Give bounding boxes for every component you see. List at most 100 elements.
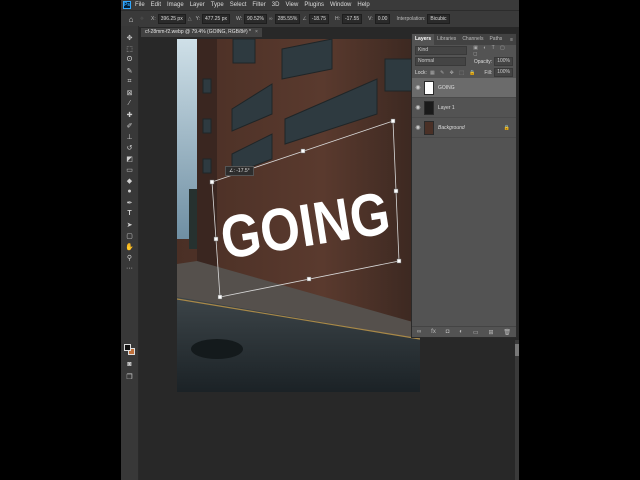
menu-edit[interactable]: Edit xyxy=(151,2,161,8)
tab-layers[interactable]: Layers xyxy=(412,34,435,45)
frame-tool-icon[interactable]: ⊠ xyxy=(121,87,138,98)
menu-type[interactable]: Type xyxy=(211,2,224,8)
home-icon[interactable]: ⌂ xyxy=(125,15,137,24)
layer-row-layer-1[interactable]: ◉ Layer 1 xyxy=(412,98,516,118)
opacity-label: Opacity: xyxy=(473,58,493,65)
y-label: Y: xyxy=(195,16,201,22)
layer-kind-filter[interactable]: Kind xyxy=(415,46,468,55)
lock-icon: 🔒 xyxy=(503,124,510,131)
dodge-tool-icon[interactable]: ● xyxy=(121,186,138,197)
photoshop-window: Ps File Edit Image Layer Type Select Fil… xyxy=(121,0,519,480)
rectangle-tool-icon[interactable]: ▢ xyxy=(121,230,138,241)
tab-paths[interactable]: Paths xyxy=(486,34,505,45)
menu-layer[interactable]: Layer xyxy=(190,2,205,8)
new-layer-icon[interactable]: ⊞ xyxy=(488,329,493,336)
menu-filter[interactable]: Filter xyxy=(252,2,265,8)
brush-tool-icon[interactable]: ✐ xyxy=(121,120,138,131)
lock-row: Lock: ▦ ✎ ✥ ⬚ 🔒 Fill: 100% xyxy=(412,67,516,78)
pen-tool-icon[interactable]: ✒ xyxy=(121,197,138,208)
x-position-field[interactable]: 396.25 px xyxy=(157,14,186,24)
gradient-tool-icon[interactable]: ▭ xyxy=(121,164,138,175)
fill-label: Fill: xyxy=(484,69,493,76)
delta-icon[interactable]: △ xyxy=(188,16,192,22)
menu-view[interactable]: View xyxy=(285,2,298,8)
eyedropper-tool-icon[interactable]: ⁄ xyxy=(121,98,138,109)
height-field[interactable]: 285.55% xyxy=(274,14,301,24)
photoshop-logo: Ps xyxy=(123,1,131,9)
document-canvas[interactable]: GOING ∠: -17.5° xyxy=(177,39,420,392)
healing-brush-tool-icon[interactable]: ✚ xyxy=(121,109,138,120)
move-tool-icon[interactable]: ✥ xyxy=(121,32,138,43)
more-tools-icon[interactable]: ··· xyxy=(121,263,138,274)
visibility-eye-icon[interactable]: ◉ xyxy=(412,124,424,131)
type-tool-icon[interactable]: T xyxy=(121,208,138,219)
marquee-tool-icon[interactable]: ⬚ xyxy=(121,43,138,54)
vskew-label: V: xyxy=(368,16,373,22)
width-field[interactable]: 90.52% xyxy=(244,14,267,24)
link-icon[interactable]: ∞ xyxy=(269,16,273,22)
blend-row: Normal Opacity: 100% xyxy=(412,56,516,67)
filter-icons[interactable]: ▣ ◐ T ▢ ◻ xyxy=(473,45,513,57)
layer-thumbnail xyxy=(424,100,434,115)
zoom-tool-icon[interactable]: ⚲ xyxy=(121,252,138,263)
layer-name: Background xyxy=(438,124,465,131)
visibility-eye-icon[interactable]: ◉ xyxy=(412,84,424,91)
vskew-field[interactable]: 0.00 xyxy=(374,14,391,24)
menu-file[interactable]: File xyxy=(135,2,145,8)
scrollbar-thumb[interactable] xyxy=(515,344,519,356)
lock-icons[interactable]: ▦ ✎ ✥ ⬚ 🔒 xyxy=(430,70,478,76)
interpolation-select[interactable]: Bicubic xyxy=(427,14,450,24)
new-group-icon[interactable]: ▭ xyxy=(473,329,479,336)
tools-panel: ✥ ⬚ ʘ ✎ ⌗ ⊠ ⁄ ✚ ✐ ⊥ ↺ ◩ ▭ ◆ ● ✒ T ➤ ▢ ✋ … xyxy=(121,26,139,480)
tab-libraries[interactable]: Libraries xyxy=(434,34,459,45)
x-label: X: xyxy=(151,16,156,22)
history-brush-tool-icon[interactable]: ↺ xyxy=(121,142,138,153)
menu-plugins[interactable]: Plugins xyxy=(304,2,324,8)
layer-row-going[interactable]: ◉ GOING xyxy=(412,78,516,98)
quick-select-tool-icon[interactable]: ✎ xyxy=(121,65,138,76)
screen-mode-icon[interactable]: ❐ xyxy=(121,371,138,382)
angle-field[interactable]: -18.75 xyxy=(308,14,329,24)
layers-panel-footer: ∞ fx ◘ ◐ ▭ ⊞ 🗑 xyxy=(412,326,516,337)
fx-icon[interactable]: fx xyxy=(431,329,436,335)
menu-select[interactable]: Select xyxy=(230,2,247,8)
blur-tool-icon[interactable]: ◆ xyxy=(121,175,138,186)
menu-window[interactable]: Window xyxy=(330,2,351,8)
text-layer-thumbnail xyxy=(424,80,434,95)
transform-options-bar: ⌂ ⁘ X: 396.25 px △ Y: 477.25 px W: 90.52… xyxy=(121,10,519,27)
menu-image[interactable]: Image xyxy=(167,2,184,8)
filter-row: Kind ▣ ◐ T ▢ ◻ xyxy=(412,45,516,57)
reference-point-icon[interactable]: ⁘ xyxy=(137,16,147,22)
street-photo: GOING xyxy=(177,39,420,392)
hand-tool-icon[interactable]: ✋ xyxy=(121,241,138,252)
menu-3d[interactable]: 3D xyxy=(272,2,280,8)
document-tab[interactable]: cf-28mm-f2.webp @ 79.4% (GOING, RGB/8#) … xyxy=(141,28,262,37)
visibility-eye-icon[interactable]: ◉ xyxy=(412,104,424,111)
y-position-field[interactable]: 477.25 px xyxy=(202,14,230,24)
adjustment-layer-icon[interactable]: ◐ xyxy=(459,329,463,335)
foreground-color-swatch[interactable] xyxy=(124,344,131,351)
tab-channels[interactable]: Channels xyxy=(459,34,486,45)
clone-stamp-tool-icon[interactable]: ⊥ xyxy=(121,131,138,142)
interpolation-label: Interpolation: xyxy=(396,16,426,22)
lasso-tool-icon[interactable]: ʘ xyxy=(121,54,138,65)
add-mask-icon[interactable]: ◘ xyxy=(446,329,450,335)
vertical-scrollbar[interactable] xyxy=(515,340,519,480)
layer-row-background[interactable]: ◉ Background 🔒 xyxy=(412,118,516,138)
close-tab-icon[interactable]: × xyxy=(255,29,258,35)
blend-mode-select[interactable]: Normal xyxy=(415,57,466,66)
eraser-tool-icon[interactable]: ◩ xyxy=(121,153,138,164)
document-title: cf-28mm-f2.webp @ 79.4% (GOING, RGB/8#) … xyxy=(145,29,251,35)
fill-field[interactable]: 100% xyxy=(494,68,513,77)
hskew-field[interactable]: -17.55 xyxy=(341,14,363,24)
delete-layer-icon[interactable]: 🗑 xyxy=(503,329,511,336)
crop-tool-icon[interactable]: ⌗ xyxy=(121,76,138,87)
quick-mask-icon[interactable]: ◙ xyxy=(121,359,138,370)
opacity-field[interactable]: 100% xyxy=(494,57,513,66)
menu-help[interactable]: Help xyxy=(357,2,369,8)
lock-label: Lock: xyxy=(415,69,427,76)
path-selection-tool-icon[interactable]: ➤ xyxy=(121,219,138,230)
menu-bar: Ps File Edit Image Layer Type Select Fil… xyxy=(121,0,519,10)
link-layers-icon[interactable]: ∞ xyxy=(417,329,421,335)
panel-menu-icon[interactable]: ≡ xyxy=(510,37,516,43)
